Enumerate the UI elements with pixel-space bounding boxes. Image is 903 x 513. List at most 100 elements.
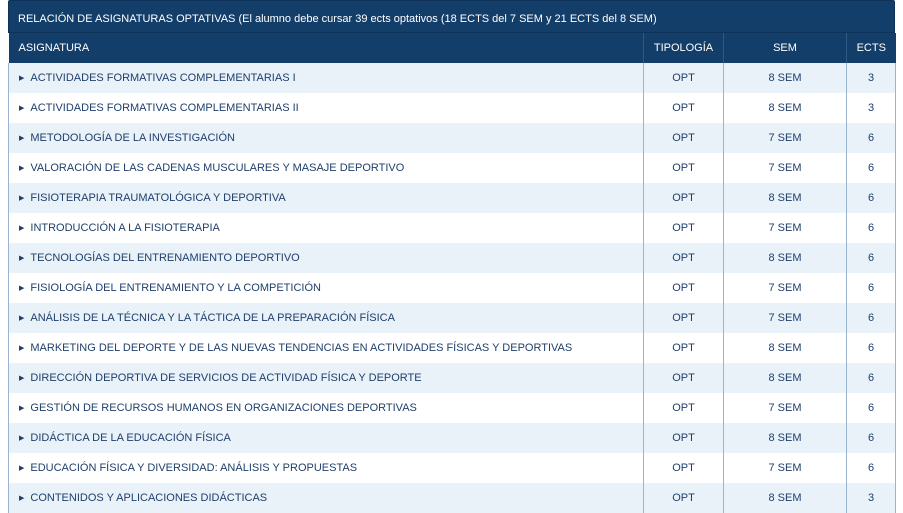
asignatura-cell[interactable]: ▶ EDUCACIÓN FÍSICA Y DIVERSIDAD: ANÁLISIS… xyxy=(8,453,644,483)
triangle-right-icon: ▶ xyxy=(19,315,25,322)
triangle-right-icon: ▶ xyxy=(19,165,25,172)
triangle-right-icon: ▶ xyxy=(19,375,25,382)
header-sem: SEM xyxy=(723,33,847,63)
header-asignatura: ASIGNATURA xyxy=(8,33,644,63)
triangle-right-icon: ▶ xyxy=(19,345,25,352)
tipologia-cell: OPT xyxy=(643,93,724,123)
asignatura-link[interactable]: METODOLOGÍA DE LA INVESTIGACIÓN xyxy=(30,132,235,144)
ects-cell: 6 xyxy=(846,273,896,303)
table-row: ▶ DIDÁCTICA DE LA EDUCACIÓN FÍSICA OPT 8 SE… xyxy=(8,423,896,453)
asignatura-link[interactable]: VALORACIÓN DE LAS CADENAS MUSCULARES Y M… xyxy=(30,162,404,174)
tipologia-cell: OPT xyxy=(643,123,724,153)
asignatura-link[interactable]: EDUCACIÓN FÍSICA Y DIVERSIDAD: ANÁLISIS … xyxy=(30,462,357,474)
tipologia-cell: OPT xyxy=(643,213,724,243)
asignatura-link[interactable]: ANÁLISIS DE LA TÉCNICA Y LA TÁCTICA DE L… xyxy=(30,312,395,324)
asignatura-link[interactable]: MARKETING DEL DEPORTE Y DE LAS NUEVAS TE… xyxy=(30,342,572,354)
ects-cell: 6 xyxy=(846,303,896,333)
optativas-table: ASIGNATURA TIPOLOGÍA SEM ECTS ▶ ACTIVIDAD… xyxy=(8,33,896,513)
ects-cell: 3 xyxy=(846,63,896,93)
table-row: ▶ CONTENIDOS Y APLICACIONES DIDÁCTICAS OPT… xyxy=(8,483,896,513)
sem-cell: 8 SEM xyxy=(723,63,847,93)
asignatura-cell[interactable]: ▶ METODOLOGÍA DE LA INVESTIGACIÓN xyxy=(8,123,644,153)
asignatura-cell[interactable]: ▶ ANÁLISIS DE LA TÉCNICA Y LA TÁCTICA DE … xyxy=(8,303,644,333)
sem-cell: 8 SEM xyxy=(723,183,847,213)
asignatura-cell[interactable]: ▶ MARKETING DEL DEPORTE Y DE LAS NUEVAS T… xyxy=(8,333,644,363)
tipologia-cell: OPT xyxy=(643,453,724,483)
triangle-right-icon: ▶ xyxy=(19,255,25,262)
table-row: ▶ METODOLOGÍA DE LA INVESTIGACIÓN OPT 7 SEM… xyxy=(8,123,896,153)
triangle-right-icon: ▶ xyxy=(19,405,25,412)
sem-cell: 7 SEM xyxy=(723,273,847,303)
table-row: ▶ MARKETING DEL DEPORTE Y DE LAS NUEVAS T… xyxy=(8,333,896,363)
tipologia-cell: OPT xyxy=(643,393,724,423)
table-row: ▶ FISIOLOGÍA DEL ENTRENAMIENTO Y LA COMPE… xyxy=(8,273,896,303)
sem-cell: 8 SEM xyxy=(723,363,847,393)
asignatura-cell[interactable]: ▶ DIRECCIÓN DEPORTIVA DE SERVICIOS DE ACT… xyxy=(8,363,644,393)
asignatura-link[interactable]: DIRECCIÓN DEPORTIVA DE SERVICIOS DE ACTI… xyxy=(30,372,421,384)
asignatura-cell[interactable]: ▶ GESTIÓN DE RECURSOS HUMANOS EN ORGANIZA… xyxy=(8,393,644,423)
asignatura-link[interactable]: GESTIÓN DE RECURSOS HUMANOS EN ORGANIZAC… xyxy=(30,402,416,414)
table-row: ▶ FISIOTERAPIA TRAUMATOLÓGICA Y DEPORTIVA… xyxy=(8,183,896,213)
triangle-right-icon: ▶ xyxy=(19,195,25,202)
table-row: ▶ ACTIVIDADES FORMATIVAS COMPLEMENTARIAS … xyxy=(8,93,896,123)
asignatura-cell[interactable]: ▶ ACTIVIDADES FORMATIVAS COMPLEMENTARIAS … xyxy=(8,63,644,93)
table-row: ▶ ANÁLISIS DE LA TÉCNICA Y LA TÁCTICA DE … xyxy=(8,303,896,333)
sem-cell: 8 SEM xyxy=(723,483,847,513)
triangle-right-icon: ▶ xyxy=(19,225,25,232)
asignatura-link[interactable]: ACTIVIDADES FORMATIVAS COMPLEMENTARIAS I xyxy=(30,72,295,84)
asignatura-link[interactable]: DIDÁCTICA DE LA EDUCACIÓN FÍSICA xyxy=(30,432,230,444)
sem-cell: 7 SEM xyxy=(723,453,847,483)
table-row: ▶ GESTIÓN DE RECURSOS HUMANOS EN ORGANIZA… xyxy=(8,393,896,423)
ects-cell: 3 xyxy=(846,93,896,123)
tipologia-cell: OPT xyxy=(643,363,724,393)
sem-cell: 8 SEM xyxy=(723,333,847,363)
ects-cell: 6 xyxy=(846,183,896,213)
asignatura-cell[interactable]: ▶ VALORACIÓN DE LAS CADENAS MUSCULARES Y … xyxy=(8,153,644,183)
asignatura-cell[interactable]: ▶ FISIOLOGÍA DEL ENTRENAMIENTO Y LA COMPE… xyxy=(8,273,644,303)
ects-cell: 6 xyxy=(846,453,896,483)
tipologia-cell: OPT xyxy=(643,183,724,213)
asignatura-link[interactable]: INTRODUCCIÓN A LA FISIOTERAPIA xyxy=(30,222,219,234)
triangle-right-icon: ▶ xyxy=(19,435,25,442)
tipologia-cell: OPT xyxy=(643,243,724,273)
asignatura-cell[interactable]: ▶ INTRODUCCIÓN A LA FISIOTERAPIA xyxy=(8,213,644,243)
asignatura-cell[interactable]: ▶ ACTIVIDADES FORMATIVAS COMPLEMENTARIAS … xyxy=(8,93,644,123)
asignatura-cell[interactable]: ▶ DIDÁCTICA DE LA EDUCACIÓN FÍSICA xyxy=(8,423,644,453)
tipologia-cell: OPT xyxy=(643,303,724,333)
sem-cell: 7 SEM xyxy=(723,393,847,423)
triangle-right-icon: ▶ xyxy=(19,105,25,112)
asignatura-link[interactable]: FISIOLOGÍA DEL ENTRENAMIENTO Y LA COMPET… xyxy=(30,282,321,294)
ects-cell: 6 xyxy=(846,423,896,453)
ects-cell: 6 xyxy=(846,243,896,273)
optativas-table-container: RELACIÓN DE ASIGNATURAS OPTATIVAS (El al… xyxy=(8,0,896,513)
table-row: ▶ EDUCACIÓN FÍSICA Y DIVERSIDAD: ANÁLISIS… xyxy=(8,453,896,483)
table-row: ▶ DIRECCIÓN DEPORTIVA DE SERVICIOS DE ACT… xyxy=(8,363,896,393)
sem-cell: 7 SEM xyxy=(723,153,847,183)
header-ects: ECTS xyxy=(856,42,886,54)
ects-cell: 6 xyxy=(846,363,896,393)
asignatura-cell[interactable]: ▶ FISIOTERAPIA TRAUMATOLÓGICA Y DEPORTIVA xyxy=(8,183,644,213)
table-row: ▶ TECNOLOGÍAS DEL ENTRENAMIENTO DEPORTIVO… xyxy=(8,243,896,273)
triangle-right-icon: ▶ xyxy=(19,465,25,472)
asignatura-link[interactable]: ACTIVIDADES FORMATIVAS COMPLEMENTARIAS I… xyxy=(30,102,298,114)
asignatura-cell[interactable]: ▶ CONTENIDOS Y APLICACIONES DIDÁCTICAS xyxy=(8,483,644,513)
table-row: ▶ VALORACIÓN DE LAS CADENAS MUSCULARES Y … xyxy=(8,153,896,183)
triangle-right-icon: ▶ xyxy=(19,495,25,502)
ects-cell: 6 xyxy=(846,213,896,243)
tipologia-cell: OPT xyxy=(643,273,724,303)
ects-cell: 6 xyxy=(846,393,896,423)
table-header-row: ASIGNATURA TIPOLOGÍA SEM ECTS xyxy=(8,33,896,63)
asignatura-link[interactable]: FISIOTERAPIA TRAUMATOLÓGICA Y DEPORTIVA xyxy=(30,192,285,204)
table-caption: RELACIÓN DE ASIGNATURAS OPTATIVAS (El al… xyxy=(8,0,895,33)
asignatura-cell[interactable]: ▶ TECNOLOGÍAS DEL ENTRENAMIENTO DEPORTIVO xyxy=(8,243,644,273)
ects-cell: 3 xyxy=(846,483,896,513)
sem-cell: 7 SEM xyxy=(723,213,847,243)
header-tipologia: TIPOLOGÍA xyxy=(643,33,724,63)
tipologia-cell: OPT xyxy=(643,483,724,513)
ects-cell: 6 xyxy=(846,333,896,363)
asignatura-link[interactable]: CONTENIDOS Y APLICACIONES DIDÁCTICAS xyxy=(30,492,267,504)
tipologia-cell: OPT xyxy=(643,153,724,183)
asignatura-link[interactable]: TECNOLOGÍAS DEL ENTRENAMIENTO DEPORTIVO xyxy=(30,252,299,264)
sem-cell: 8 SEM xyxy=(723,423,847,453)
table-row: ▶ INTRODUCCIÓN A LA FISIOTERAPIA OPT 7 SEM 6 xyxy=(8,213,896,243)
